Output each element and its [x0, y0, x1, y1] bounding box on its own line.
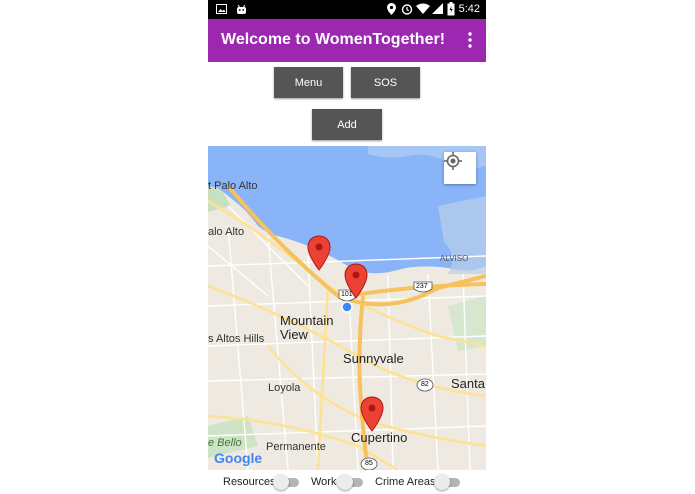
map-label-palo-alto: alo Alto	[208, 226, 245, 238]
map-label-permanente: Permanente	[266, 441, 326, 453]
map-label-alviso: ALVISO	[440, 254, 469, 263]
map-label-los-altos-hills: s Altos Hills	[208, 333, 265, 345]
app-bar: Welcome to WomenTogether!	[208, 19, 486, 62]
toggle-label-work: Work	[311, 476, 337, 488]
sos-button[interactable]: SOS	[351, 67, 420, 98]
map-label-santa: Santa	[451, 376, 485, 391]
map-label-loyola: Loyola	[268, 382, 301, 394]
phone-screen: 5:42 Welcome to WomenTogether! Menu SOS …	[208, 0, 486, 494]
app-title: Welcome to WomenTogether!	[221, 31, 446, 48]
toggle-label-crime-areas: Crime Areas	[375, 476, 436, 488]
status-bar: 5:42	[208, 0, 486, 19]
highway-101-label: 101	[341, 291, 353, 298]
battery-icon	[447, 2, 455, 19]
highway-82-label: 82	[421, 381, 429, 388]
image-icon	[216, 4, 227, 17]
my-location-button[interactable]	[444, 152, 476, 184]
current-location-dot	[341, 301, 353, 313]
menu-button[interactable]: Menu	[274, 67, 343, 98]
location-icon	[387, 3, 396, 18]
toggle-label-resources: Resources	[223, 476, 276, 488]
alarm-icon	[401, 3, 413, 18]
more-vert-icon[interactable]	[468, 32, 472, 48]
resources-switch[interactable]	[273, 474, 301, 490]
map-label-bello: e Bello	[208, 437, 242, 449]
android-icon	[236, 4, 247, 18]
signal-icon	[432, 3, 443, 17]
map-canvas	[208, 146, 486, 470]
google-logo: Google	[214, 450, 263, 466]
map-marker[interactable]	[307, 235, 331, 271]
map-label-sunnyvale: Sunnyvale	[343, 351, 404, 366]
work-switch[interactable]	[337, 474, 365, 490]
wifi-icon	[416, 3, 430, 17]
clock-time: 5:42	[458, 3, 480, 15]
crime-areas-switch[interactable]	[434, 474, 462, 490]
highway-85-label: 85	[365, 460, 373, 467]
map-label-cupertino: Cupertino	[351, 430, 408, 445]
highway-237-label: 237	[416, 283, 428, 290]
add-button[interactable]: Add	[312, 109, 382, 140]
layer-toggles: Resources Work Crime Areas	[0, 470, 695, 494]
map-label-east-palo-alto: t Palo Alto	[208, 180, 258, 192]
map-label-mountain-view: Mountain View	[280, 313, 334, 342]
map-view[interactable]: t Palo Alto alo Alto ALVISO Mountain Vie…	[208, 146, 486, 470]
